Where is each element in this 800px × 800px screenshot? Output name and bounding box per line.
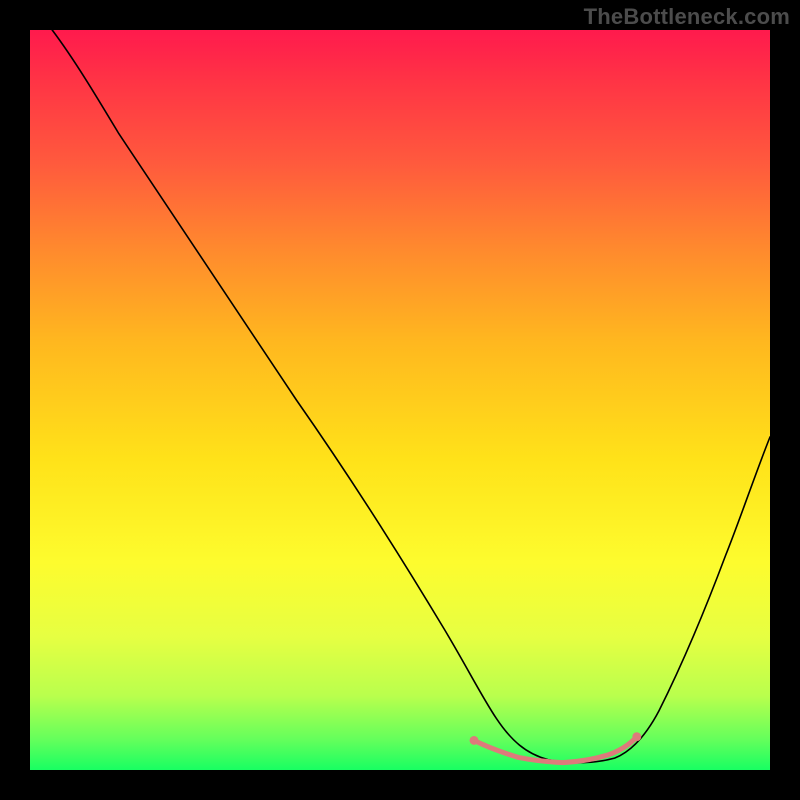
- bottleneck-curve: [52, 30, 770, 763]
- marker-dot-end: [632, 732, 641, 741]
- plot-area: [30, 30, 770, 770]
- curve-layer: [30, 30, 770, 770]
- chart-frame: TheBottleneck.com: [0, 0, 800, 800]
- watermark-text: TheBottleneck.com: [584, 4, 790, 30]
- marker-dot-start: [470, 736, 479, 745]
